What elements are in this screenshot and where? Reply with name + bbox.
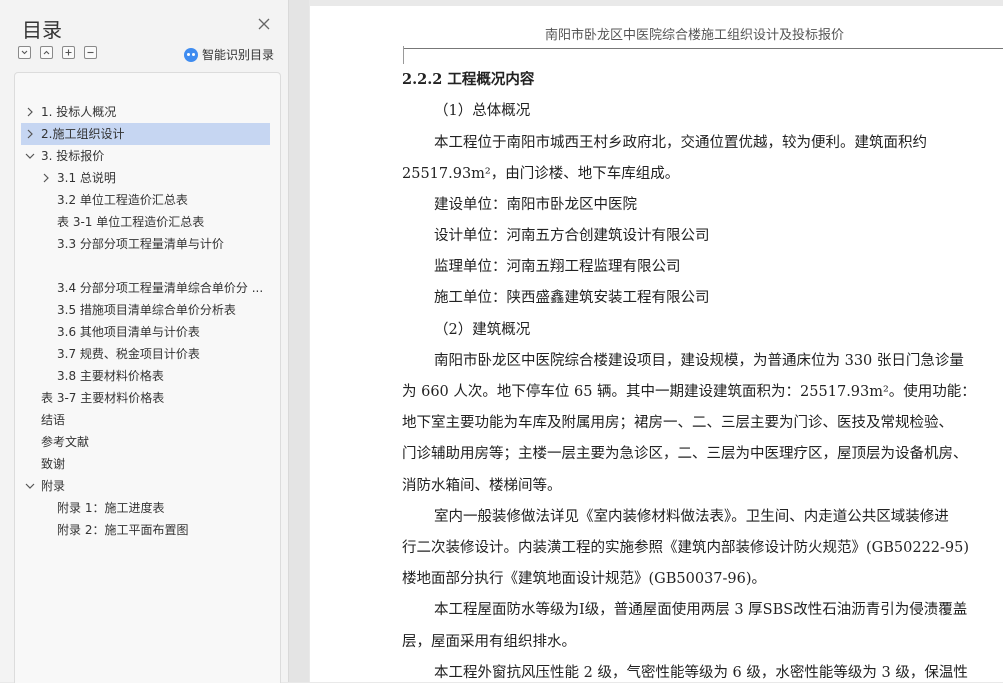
toc-item[interactable]: 3.7 规费、税金项目计价表 — [21, 343, 270, 365]
toc-item[interactable]: 表 3-1 单位工程造价汇总表 — [21, 211, 270, 233]
toc-item-label: 致谢 — [41, 457, 66, 471]
toc-item-label: 3.1 总说明 — [57, 171, 116, 185]
toc-item-label: 附录 2：施工平面布置图 — [57, 523, 189, 537]
add-level-icon[interactable] — [62, 46, 75, 59]
header-rule — [404, 48, 1003, 49]
paragraph-line: 消防水箱间、楼梯间等。 — [402, 478, 562, 494]
paragraph-line: 行二次装修设计。内装潢工程的实施参照《建筑内部装修设计防火规范》(GB50222… — [402, 540, 970, 556]
toc-item-label: 3. 投标报价 — [41, 149, 105, 163]
toc-item[interactable]: 3. 投标报价 — [21, 145, 270, 167]
toc-item[interactable]: 3.2 单位工程造价汇总表 — [21, 189, 270, 211]
remove-level-icon[interactable] — [84, 46, 97, 59]
chevron-right-icon[interactable] — [41, 173, 51, 183]
toc-item-label: 附录 — [41, 479, 66, 493]
paragraph-line: 为 660 人次。地下停车位 65 辆。其中一期建设建筑面积为：25517.93… — [402, 384, 976, 400]
toc-item[interactable]: 2.施工组织设计 — [21, 123, 270, 145]
toc-item[interactable]: 结语 — [21, 409, 270, 431]
paragraph-line: 施工单位：陕西盛鑫建筑安装工程有限公司 — [434, 290, 710, 306]
chevron-right-icon[interactable] — [25, 107, 35, 117]
toc-item[interactable]: 附录 1：施工进度表 — [21, 497, 270, 519]
toc-item-label: 3.5 措施项目清单综合单价分析表 — [57, 303, 236, 317]
toc-item-label: 2.施工组织设计 — [41, 127, 125, 141]
toc-item-label: 表 3-7 主要材料价格表 — [41, 391, 165, 405]
toc-item[interactable]: 3.8 主要材料价格表 — [21, 365, 270, 387]
toc-item-label: 3.7 规费、税金项目计价表 — [57, 347, 200, 361]
toc-item[interactable]: 参考文献 — [21, 431, 270, 453]
paragraph-line: 门诊辅助用房等；主楼一层主要为急诊区，二、三层为中医理疗区，屋顶层为设备机房、 — [402, 446, 968, 462]
toc-title: 目录 — [22, 18, 62, 42]
toc-item[interactable]: 附录 2：施工平面布置图 — [21, 519, 270, 541]
toc-list: 1. 投标人概况 2.施工组织设计 3. 投标报价 3.1 总说明 3.2 单位工程造价… — [14, 72, 281, 683]
chevron-right-icon[interactable] — [25, 129, 35, 139]
toc-item[interactable]: 3.1 总说明 — [21, 167, 270, 189]
paragraph-line: 地下室主要功能为车库及附属用房；裙房一、二、三层主要为门诊、医技及常规检验、 — [402, 415, 953, 431]
paragraph-line: （2）建筑概况 — [434, 322, 531, 338]
paragraph-line: （1）总体概况 — [434, 103, 531, 119]
paragraph-line: 室内一般装修做法详见《室内装修材料做法表》。卫生间、内走道公共区域装修进 — [434, 509, 949, 525]
toc-item-label: 3.3 分部分项工程量清单与计价 — [57, 237, 224, 251]
toc-item-label: 3.2 单位工程造价汇总表 — [57, 193, 188, 207]
toc-item-label: 附录 1：施工进度表 — [57, 501, 165, 515]
paragraph-line: 设计单位：河南五方合创建筑设计有限公司 — [434, 228, 710, 244]
panel-splitter[interactable] — [289, 0, 309, 682]
paragraph-line: 本工程屋面防水等级为Ⅰ级，普通屋面使用两层 3 厚SBS改性石油沥青引为侵渍覆盖 — [434, 602, 968, 618]
collapse-all-icon[interactable] — [40, 46, 53, 59]
toc-item[interactable]: 3.3 分部分项工程量清单与计价 — [21, 233, 270, 255]
toc-sidebar: 目录 智能识别目录 1. 投标人概况 2.施工组织设计 3. 投标报价 3.1 总说明… — [0, 0, 289, 683]
toc-item-label: 3.6 其他项目清单与计价表 — [57, 325, 200, 339]
page-header: 南阳市卧龙区中医院综合楼施工组织设计及投标报价 — [545, 28, 845, 43]
toc-item[interactable]: 3.4 分部分项工程量清单综合单价分 ... — [21, 277, 270, 299]
paragraph-line: 本工程外窗抗风压性能 2 级，气密性能等级为 6 级，水密性能等级为 3 级，保… — [434, 665, 968, 681]
toc-item[interactable]: 致谢 — [21, 453, 270, 475]
toc-item-label: 1. 投标人概况 — [41, 105, 117, 119]
paragraph-line: 楼地面部分执行《建筑地面设计规范》(GB50037-96)。 — [402, 571, 767, 587]
chevron-down-icon[interactable] — [25, 481, 35, 491]
chevron-down-icon[interactable] — [25, 151, 35, 161]
paragraph-line: 25517.93m²，由门诊楼、地下车库组成。 — [402, 166, 680, 182]
paragraph-line: 监理单位：河南五翔工程监理有限公司 — [434, 259, 681, 275]
toc-item-label: 参考文献 — [41, 435, 90, 449]
paragraph-line: 本工程位于南阳市城西王村乡政府北，交通位置优越，较为便利。建筑面积约 — [434, 135, 927, 151]
toc-item[interactable]: 1. 投标人概况 — [21, 101, 270, 123]
smart-recognize-label: 智能识别目录 — [202, 48, 275, 62]
toc-item-label: 3.8 主要材料价格表 — [57, 369, 164, 383]
paragraph-line: 南阳市卧龙区中医院综合楼建设项目，建设规模，为普通床位为 330 张日门急诊量 — [434, 353, 964, 369]
toc-item[interactable]: 3.6 其他项目清单与计价表 — [21, 321, 270, 343]
toc-item[interactable]: 3.5 措施项目清单综合单价分析表 — [21, 299, 270, 321]
paragraph-line: 建设单位：南阳市卧龙区中医院 — [434, 197, 637, 213]
expand-all-icon[interactable] — [18, 46, 31, 59]
paragraph-line: 层，屋面采用有组织排水。 — [402, 634, 576, 650]
margin-corner-mark — [403, 46, 404, 64]
toc-item[interactable]: 表 3-7 主要材料价格表 — [21, 387, 270, 409]
robot-icon — [184, 47, 198, 62]
close-icon[interactable] — [256, 16, 272, 32]
section-heading: 2.2.2 工程概况内容 — [402, 71, 535, 88]
smart-recognize-button[interactable]: 智能识别目录 — [184, 46, 274, 63]
toc-item-label: 结语 — [41, 413, 66, 427]
toc-item-label: 3.4 分部分项工程量清单综合单价分 ... — [57, 281, 264, 295]
document-page: 南阳市卧龙区中医院综合楼施工组织设计及投标报价 2.2.2 工程概况内容 （1）总… — [310, 6, 1003, 682]
toc-item[interactable]: 附录 — [21, 475, 270, 497]
toc-item-label: 表 3-1 单位工程造价汇总表 — [57, 215, 205, 229]
